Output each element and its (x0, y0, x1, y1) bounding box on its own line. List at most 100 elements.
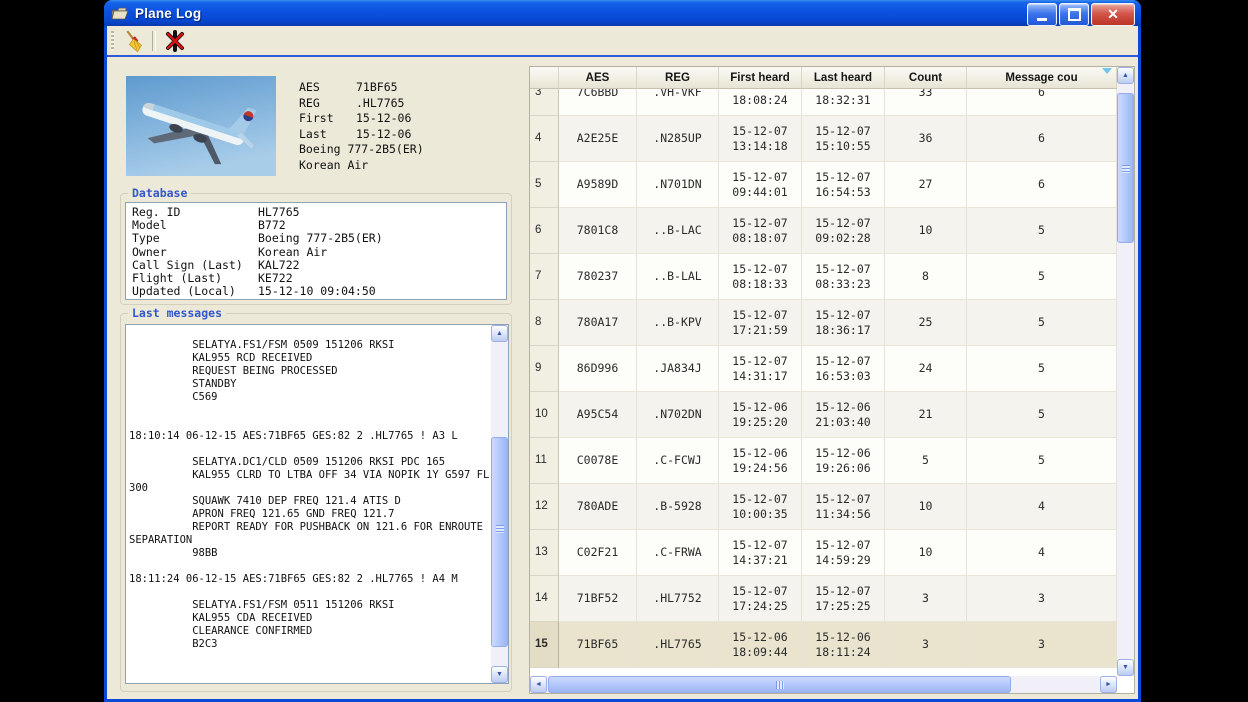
cell-reg[interactable]: ..B-KPV (637, 300, 719, 346)
cell-count[interactable]: 3 (885, 622, 967, 668)
cell-aes[interactable]: 780237 (559, 254, 637, 300)
cell-message_count[interactable]: 4 (967, 484, 1117, 530)
cell-reg[interactable]: .N701DN (637, 162, 719, 208)
last-messages-textarea[interactable]: SELATYA.FS1/FSM 0509 151206 RKSI KAL955 … (125, 324, 509, 684)
cell-aes[interactable]: A2E25E (559, 116, 637, 162)
cell-aes[interactable]: 86D996 (559, 346, 637, 392)
cell-message_count[interactable]: 5 (967, 300, 1117, 346)
cell-last_heard[interactable]: 15-12-0718:36:17 (802, 300, 885, 346)
cell-message_count[interactable]: 5 (967, 254, 1117, 300)
cell-first_heard[interactable]: 15-12-0710:00:35 (719, 484, 802, 530)
cell-aes[interactable]: C02F21 (559, 530, 637, 576)
cell-count[interactable]: 3 (885, 576, 967, 622)
cell-message_count[interactable]: 5 (967, 392, 1117, 438)
cell-first_heard[interactable]: 15-12-0708:18:07 (719, 208, 802, 254)
cell-message_count[interactable]: 6 (967, 89, 1117, 116)
cell-count[interactable]: 10 (885, 484, 967, 530)
cell-message_count[interactable]: 6 (967, 116, 1117, 162)
cell-last_heard[interactable]: 15-12-0708:33:23 (802, 254, 885, 300)
cell-count[interactable]: 10 (885, 530, 967, 576)
messages-scrollbar-thumb[interactable] (491, 437, 508, 647)
table-row[interactable]: 1471BF52.HL775215-12-0717:24:2515-12-071… (530, 576, 1117, 622)
cell-reg[interactable]: .HL7765 (637, 622, 719, 668)
cell-first_heard[interactable]: 15-12-0618:09:44 (719, 622, 802, 668)
table-hscrollbar[interactable]: ◄ ► (530, 676, 1117, 693)
clear-button[interactable] (120, 28, 146, 53)
cell-first_heard[interactable]: 15-12-0713:14:18 (719, 116, 802, 162)
cell-last_heard[interactable]: 15-12-0711:34:56 (802, 484, 885, 530)
cell-row-number[interactable]: 7 (530, 254, 559, 300)
cell-count[interactable]: 24 (885, 346, 967, 392)
table-row[interactable]: 11C0078E.C-FCWJ15-12-0619:24:5615-12-061… (530, 438, 1117, 484)
cell-last_heard[interactable]: 15-12-0618:11:24 (802, 622, 885, 668)
cell-reg[interactable]: ..B-LAL (637, 254, 719, 300)
table-row[interactable]: 986D996.JA834J15-12-0714:31:1715-12-0716… (530, 346, 1117, 392)
toolbar-gripper[interactable] (111, 31, 114, 51)
column-header-first_heard[interactable]: First heard (719, 67, 802, 89)
table-vscrollbar[interactable]: ▲ ▼ (1117, 67, 1134, 676)
cell-first_heard[interactable]: 15-12-0619:24:56 (719, 438, 802, 484)
cell-count[interactable]: 25 (885, 300, 967, 346)
cell-first_heard[interactable]: 15-12-0717:24:25 (719, 576, 802, 622)
cell-first_heard[interactable]: 15-12-0714:31:17 (719, 346, 802, 392)
table-row[interactable]: 37C6BBD.VH-VKF15-12-0618:08:2415-12-0718… (530, 89, 1117, 116)
cell-last_heard[interactable]: 15-12-0619:26:06 (802, 438, 885, 484)
cell-first_heard[interactable]: 15-12-0709:44:01 (719, 162, 802, 208)
cell-count[interactable]: 8 (885, 254, 967, 300)
scroll-down-icon[interactable]: ▼ (1117, 659, 1134, 676)
cell-message_count[interactable]: 3 (967, 622, 1117, 668)
cell-message_count[interactable]: 5 (967, 208, 1117, 254)
cell-message_count[interactable]: 4 (967, 530, 1117, 576)
cell-last_heard[interactable]: 15-12-0621:03:40 (802, 392, 885, 438)
column-header-num[interactable] (530, 67, 559, 89)
cell-reg[interactable]: .C-FRWA (637, 530, 719, 576)
cell-row-number[interactable]: 4 (530, 116, 559, 162)
cell-message_count[interactable]: 5 (967, 346, 1117, 392)
maximize-button[interactable] (1059, 3, 1089, 26)
cell-row-number[interactable]: 14 (530, 576, 559, 622)
cell-first_heard[interactable]: 15-12-0714:37:21 (719, 530, 802, 576)
table-row[interactable]: 7780237..B-LAL15-12-0708:18:3315-12-0708… (530, 254, 1117, 300)
cell-count[interactable]: 5 (885, 438, 967, 484)
cell-aes[interactable]: A95C54 (559, 392, 637, 438)
cell-reg[interactable]: .C-FCWJ (637, 438, 719, 484)
cell-reg[interactable]: .JA834J (637, 346, 719, 392)
cell-last_heard[interactable]: 15-12-0716:54:53 (802, 162, 885, 208)
cell-last_heard[interactable]: 15-12-0718:32:31 (802, 89, 885, 116)
table-row[interactable]: 4A2E25E.N285UP15-12-0713:14:1815-12-0715… (530, 116, 1117, 162)
delete-button[interactable] (162, 28, 188, 53)
scroll-left-icon[interactable]: ◄ (530, 676, 547, 693)
table-row[interactable]: 8780A17..B-KPV15-12-0717:21:5915-12-0718… (530, 300, 1117, 346)
scroll-right-icon[interactable]: ► (1100, 676, 1117, 693)
cell-row-number[interactable]: 5 (530, 162, 559, 208)
cell-aes[interactable]: 71BF65 (559, 622, 637, 668)
messages-scrollbar[interactable]: ▲ ▼ (491, 325, 508, 683)
cell-reg[interactable]: .VH-VKF (637, 89, 719, 116)
cell-count[interactable]: 36 (885, 116, 967, 162)
scroll-up-icon[interactable]: ▲ (1117, 67, 1134, 84)
column-header-last_heard[interactable]: Last heard (802, 67, 885, 89)
cell-last_heard[interactable]: 15-12-0715:10:55 (802, 116, 885, 162)
table-row[interactable]: 1571BF65.HL776515-12-0618:09:4415-12-061… (530, 622, 1117, 668)
cell-aes[interactable]: C0078E (559, 438, 637, 484)
close-button[interactable]: ✕ (1091, 3, 1135, 26)
column-header-message_count[interactable]: Message cou (967, 67, 1117, 89)
cell-row-number[interactable]: 15 (530, 622, 559, 668)
cell-row-number[interactable]: 3 (530, 89, 559, 116)
cell-first_heard[interactable]: 15-12-0717:21:59 (719, 300, 802, 346)
table-row[interactable]: 10A95C54.N702DN15-12-0619:25:2015-12-062… (530, 392, 1117, 438)
cell-reg[interactable]: .N702DN (637, 392, 719, 438)
title-bar[interactable]: Plane Log ✕ (104, 0, 1141, 26)
column-header-reg[interactable]: REG (637, 67, 719, 89)
table-hscrollbar-thumb[interactable] (548, 676, 1011, 693)
table-row[interactable]: 12780ADE.B-592815-12-0710:00:3515-12-071… (530, 484, 1117, 530)
cell-row-number[interactable]: 6 (530, 208, 559, 254)
cell-count[interactable]: 21 (885, 392, 967, 438)
cell-count[interactable]: 10 (885, 208, 967, 254)
table-row[interactable]: 13C02F21.C-FRWA15-12-0714:37:2115-12-071… (530, 530, 1117, 576)
cell-message_count[interactable]: 5 (967, 438, 1117, 484)
scroll-down-icon[interactable]: ▼ (491, 666, 508, 683)
cell-reg[interactable]: ..B-LAC (637, 208, 719, 254)
cell-reg[interactable]: .HL7752 (637, 576, 719, 622)
scroll-up-icon[interactable]: ▲ (491, 325, 508, 342)
